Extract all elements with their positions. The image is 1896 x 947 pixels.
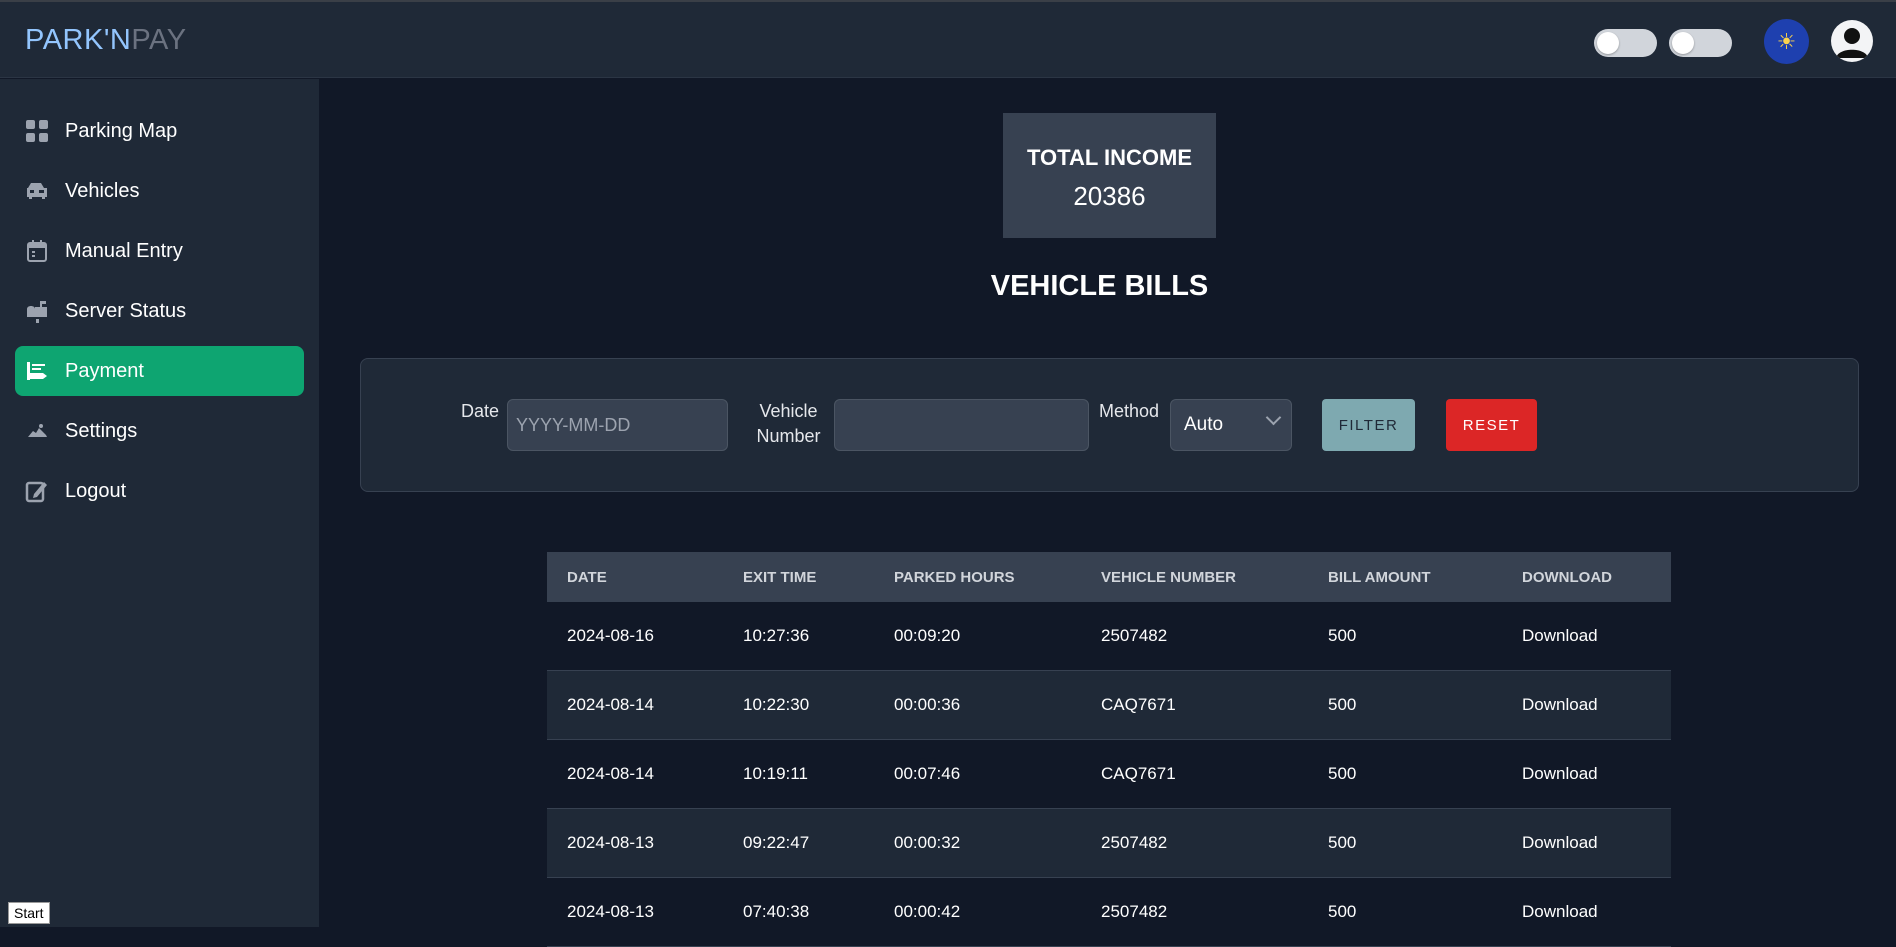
date-input[interactable]: [507, 399, 728, 451]
sidebar-item-settings[interactable]: Settings: [15, 406, 304, 456]
table-row: 2024-08-13 09:22:47 00:00:32 2507482 500…: [547, 808, 1671, 878]
cell-exit-time: 07:40:38: [723, 877, 874, 947]
table-row: 2024-08-14 10:22:30 00:00:36 CAQ7671 500…: [547, 670, 1671, 740]
total-income-title: TOTAL INCOME: [1027, 145, 1192, 170]
cell-bill-amount: 500: [1308, 602, 1502, 671]
cell-exit-time: 09:22:47: [723, 808, 874, 878]
cell-bill-amount: 500: [1308, 739, 1502, 809]
vehicle-label-line1: Vehicle: [759, 401, 818, 421]
cell-parked-hours: 00:00:42: [874, 877, 1081, 947]
sidebar-item-label: Payment: [65, 359, 144, 382]
vehicle-label-line2: Number: [756, 426, 821, 446]
date-label: Date: [461, 401, 500, 421]
cell-vehicle-number: CAQ7671: [1081, 670, 1308, 740]
cell-parked-hours: 00:09:20: [874, 602, 1081, 671]
logout-icon: [24, 478, 50, 504]
chevron-down-icon: [1265, 409, 1282, 426]
sidebar-item-logout[interactable]: Logout: [15, 466, 304, 516]
download-link[interactable]: Download: [1502, 602, 1671, 671]
brand-part-parkn: PARK'N: [25, 24, 132, 56]
filter-panel: Date Vehicle Number Method Auto FILTER R…: [360, 358, 1859, 492]
download-link[interactable]: Download: [1502, 670, 1671, 740]
column-header-parked-hours[interactable]: PARKED HOURS: [874, 552, 1081, 602]
page-title-text: VEHICLE BILLS: [990, 270, 1209, 302]
table-row: 2024-08-13 07:40:38 00:00:42 2507482 500…: [547, 877, 1671, 947]
sidebar-item-vehicles[interactable]: Vehicles: [15, 166, 304, 216]
cell-exit-time: 10:22:30: [723, 670, 874, 740]
table-row: 2024-08-16 10:27:36 00:09:20 2507482 500…: [547, 602, 1671, 671]
toggle-knob: [1672, 32, 1694, 54]
column-header-vehicle-number[interactable]: VEHICLE NUMBER: [1081, 552, 1308, 602]
download-link[interactable]: Download: [1502, 808, 1671, 878]
toggle-switch-2[interactable]: [1669, 29, 1732, 57]
download-link[interactable]: Download: [1502, 739, 1671, 809]
sidebar-item-payment[interactable]: Payment: [15, 346, 304, 396]
cell-vehicle-number: 2507482: [1081, 808, 1308, 878]
sidebar: Parking Map Vehicles Manual Entry Server…: [0, 79, 319, 927]
cell-vehicle-number: 2507482: [1081, 877, 1308, 947]
cell-parked-hours: 00:00:32: [874, 808, 1081, 878]
grid-icon: [24, 118, 50, 144]
cell-date: 2024-08-14: [547, 739, 723, 809]
cell-bill-amount: 500: [1308, 670, 1502, 740]
toggle-knob: [1597, 32, 1619, 54]
reset-button[interactable]: RESET: [1446, 399, 1537, 451]
calendar-icon: [24, 238, 50, 264]
brand-part-pay: PAY: [131, 24, 187, 56]
method-select-value: Auto: [1184, 414, 1224, 435]
sidebar-item-manual-entry[interactable]: Manual Entry: [15, 226, 304, 276]
method-label: Method: [1099, 401, 1160, 421]
cell-bill-amount: 500: [1308, 808, 1502, 878]
cell-exit-time: 10:19:11: [723, 739, 874, 809]
theme-sun-button[interactable]: ☀: [1764, 19, 1809, 64]
sidebar-item-parking-map[interactable]: Parking Map: [15, 106, 304, 156]
table-row: 2024-08-14 10:19:11 00:07:46 CAQ7671 500…: [547, 739, 1671, 809]
sidebar-item-label: Parking Map: [65, 119, 178, 142]
sun-icon: ☀: [1776, 28, 1797, 54]
page-title: VEHICLE BILLS: [0, 270, 1896, 303]
column-header-bill-amount[interactable]: BILL AMOUNT: [1308, 552, 1502, 602]
sidebar-item-label: Manual Entry: [65, 239, 183, 262]
sidebar-item-label: Settings: [65, 419, 138, 442]
cell-vehicle-number: 2507482: [1081, 602, 1308, 671]
cell-date: 2024-08-13: [547, 877, 723, 947]
method-select[interactable]: Auto: [1170, 399, 1292, 451]
cell-date: 2024-08-14: [547, 670, 723, 740]
table-header-row: DATE EXIT TIME PARKED HOURS VEHICLE NUMB…: [547, 552, 1671, 602]
top-bar: PARK'NPAY ☀: [0, 2, 1896, 78]
car-icon: [24, 178, 50, 204]
cell-exit-time: 10:27:36: [723, 602, 874, 671]
user-avatar-icon: [1836, 28, 1868, 58]
cell-vehicle-number: CAQ7671: [1081, 739, 1308, 809]
cell-bill-amount: 500: [1308, 877, 1502, 947]
brand-logo[interactable]: PARK'NPAY: [25, 24, 187, 57]
total-income-card: TOTAL INCOME 20386: [1003, 113, 1216, 238]
filter-button[interactable]: FILTER: [1322, 399, 1415, 451]
cell-parked-hours: 00:00:36: [874, 670, 1081, 740]
payment-icon: [24, 358, 50, 384]
column-header-date[interactable]: DATE: [547, 552, 723, 602]
download-link[interactable]: Download: [1502, 877, 1671, 947]
column-header-exit-time[interactable]: EXIT TIME: [723, 552, 874, 602]
vehicle-number-label: Vehicle Number: [746, 399, 831, 449]
cell-parked-hours: 00:07:46: [874, 739, 1081, 809]
toggle-switch-1[interactable]: [1594, 29, 1657, 57]
start-button[interactable]: Start: [8, 902, 50, 924]
vehicle-bills-table: DATE EXIT TIME PARKED HOURS VEHICLE NUMB…: [547, 552, 1671, 947]
cell-date: 2024-08-13: [547, 808, 723, 878]
sidebar-item-label: Vehicles: [65, 179, 140, 202]
settings-icon: [24, 418, 50, 444]
cell-date: 2024-08-16: [547, 602, 723, 671]
user-avatar-button[interactable]: [1831, 20, 1873, 62]
column-header-download[interactable]: DOWNLOAD: [1502, 552, 1671, 602]
sidebar-item-label: Logout: [65, 479, 127, 502]
vehicle-number-input[interactable]: [834, 399, 1089, 451]
total-income-value: 20386: [1073, 181, 1146, 211]
